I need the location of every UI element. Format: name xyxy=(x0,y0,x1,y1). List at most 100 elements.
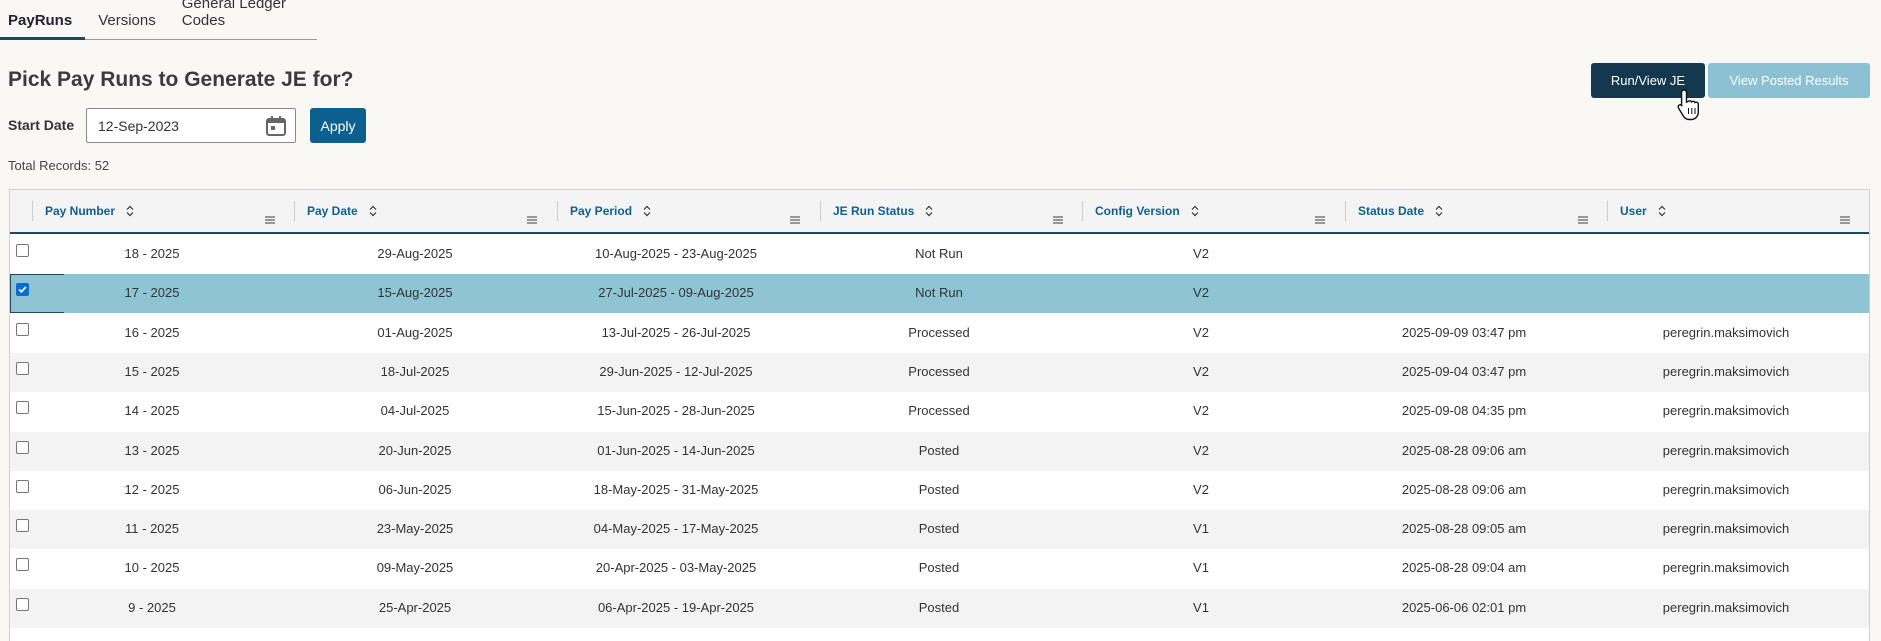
table-row[interactable]: 17 - 2025 15-Aug-2025 27-Jul-2025 - 09-Aug… xyxy=(10,274,1869,314)
table-row[interactable]: 10 - 2025 09-May-2025 20-Apr-2025 - 03-May… xyxy=(10,549,1869,588)
tab-general-ledger-codes[interactable]: General Ledger Codes xyxy=(169,0,317,39)
column-header-label: Pay Number xyxy=(45,204,116,218)
sort-icon[interactable] xyxy=(368,205,378,217)
cell-pay-period: 27-Jul-2025 - 09-Aug-2025 xyxy=(598,285,754,301)
sort-icon[interactable] xyxy=(1190,205,1200,217)
column-menu-icon[interactable] xyxy=(1314,214,1326,224)
calendar-icon[interactable] xyxy=(265,115,287,137)
sort-icon[interactable] xyxy=(1657,205,1667,217)
column-separator[interactable] xyxy=(820,201,821,221)
cell-user: peregrin.maksimovich xyxy=(1662,363,1790,379)
table-row[interactable]: 16 - 2025 01-Aug-2025 13-Jul-2025 - 26-Jul… xyxy=(10,314,1869,353)
cell-pay-period: 10-Aug-2025 - 23-Aug-2025 xyxy=(595,246,757,261)
cell-config-version: V2 xyxy=(1193,324,1209,340)
table-row[interactable]: 9 - 2025 25-Apr-2025 06-Apr-2025 - 19-Apr-… xyxy=(10,588,1869,628)
cell-pay-period: 20-Apr-2025 - 03-May-2025 xyxy=(595,560,757,576)
cell-user: peregrin.maksimovich xyxy=(1662,403,1790,419)
column-separator[interactable] xyxy=(557,201,558,221)
cell-user: peregrin.maksimovich xyxy=(1662,599,1790,615)
column-header-je-run-status[interactable]: JE Run Status xyxy=(820,190,1082,232)
sort-icon[interactable] xyxy=(642,205,652,217)
start-date-input[interactable] xyxy=(87,117,257,134)
column-header-pay-number[interactable]: Pay Number xyxy=(32,190,294,232)
column-header-label: Pay Period xyxy=(570,204,633,218)
cell-je-run-status: Posted xyxy=(918,442,960,458)
cell-status-date: 2025-09-09 03:47 pm xyxy=(1401,324,1527,340)
column-separator[interactable] xyxy=(294,201,295,221)
cell-pay-number: 14 - 2025 xyxy=(124,403,180,419)
cell-pay-number: 11 - 2025 xyxy=(125,521,179,537)
column-header-config-version[interactable]: Config Version xyxy=(1082,190,1344,232)
cell-config-version: V1 xyxy=(1193,599,1209,615)
cell-pay-period: 06-Apr-2025 - 19-Apr-2025 xyxy=(597,599,755,615)
column-header-label: Config Version xyxy=(1095,204,1180,218)
table-row[interactable]: 12 - 2025 06-Jun-2025 18-May-2025 - 31-May… xyxy=(10,471,1869,510)
column-header-label: JE Run Status xyxy=(833,204,915,218)
cell-status-date: 2025-08-28 09:06 am xyxy=(1401,481,1527,497)
payruns-table: Pay Number Pay Date Pay Period JE Run Statu… xyxy=(9,189,1870,641)
column-menu-icon[interactable] xyxy=(264,214,276,224)
cell-pay-date: 20-Jun-2025 xyxy=(378,442,452,458)
column-menu-icon[interactable] xyxy=(1839,214,1851,224)
cell-config-version: V2 xyxy=(1193,403,1209,419)
cell-config-version: V2 xyxy=(1193,481,1209,497)
table-row[interactable]: 18 - 2025 29-Aug-2025 10-Aug-2025 - 23-Aug… xyxy=(10,235,1869,274)
cell-pay-period: 13-Jul-2025 - 26-Jul-2025 xyxy=(601,324,751,340)
cell-pay-date: 18-Jul-2025 xyxy=(380,363,450,379)
cell-pay-number: 13 - 2025 xyxy=(124,442,180,458)
column-header-pay-period[interactable]: Pay Period xyxy=(557,190,819,232)
column-menu-icon[interactable] xyxy=(1052,214,1064,224)
cell-pay-period: 29-Jun-2025 - 12-Jul-2025 xyxy=(599,363,753,379)
column-menu-icon[interactable] xyxy=(789,214,801,224)
column-separator[interactable] xyxy=(1607,201,1608,221)
hand-pointer-cursor-icon xyxy=(1677,89,1699,121)
page-title: Pick Pay Runs to Generate JE for? xyxy=(8,68,354,91)
table-row[interactable]: 14 - 2025 04-Jul-2025 15-Jun-2025 - 28-Jun… xyxy=(10,392,1869,431)
cell-pay-number: 9 - 2025 xyxy=(128,599,176,615)
column-separator[interactable] xyxy=(32,201,33,221)
table-header: Pay Number Pay Date Pay Period JE Run Statu… xyxy=(10,190,1869,234)
start-date-field[interactable] xyxy=(86,108,296,143)
start-date-label: Start Date xyxy=(8,117,75,133)
cell-user: peregrin.maksimovich xyxy=(1662,560,1790,576)
cell-status-date: 2025-09-08 04:35 pm xyxy=(1401,403,1527,419)
cell-pay-date: 15-Aug-2025 xyxy=(377,285,453,301)
column-menu-icon[interactable] xyxy=(526,214,538,224)
column-header-user[interactable]: User xyxy=(1607,190,1869,232)
apply-button[interactable]: Apply xyxy=(310,108,366,143)
sort-icon[interactable] xyxy=(924,205,934,217)
cell-pay-period: 18-May-2025 - 31-May-2025 xyxy=(593,481,759,497)
total-records: Total Records: 52 xyxy=(8,158,110,173)
cell-user: peregrin.maksimovich xyxy=(1662,442,1790,458)
column-header-label: Pay Date xyxy=(307,204,358,218)
table-row[interactable]: 13 - 2025 20-Jun-2025 01-Jun-2025 - 14-Jun… xyxy=(10,431,1869,471)
cell-je-run-status: Processed xyxy=(908,403,970,419)
column-separator[interactable] xyxy=(1345,201,1346,221)
column-separator[interactable] xyxy=(1082,201,1083,221)
sort-icon[interactable] xyxy=(125,205,135,217)
cell-config-version: V2 xyxy=(1193,363,1209,379)
cell-pay-date: 04-Jul-2025 xyxy=(380,403,450,419)
cell-config-version: V2 xyxy=(1193,442,1209,458)
cell-config-version: V1 xyxy=(1193,521,1209,537)
column-header-pay-date[interactable]: Pay Date xyxy=(294,190,556,232)
tab-versions[interactable]: Versions xyxy=(85,12,169,39)
cell-pay-date: 23-May-2025 xyxy=(376,521,454,537)
cell-pay-date: 01-Aug-2025 xyxy=(377,324,453,340)
cell-pay-number: 16 - 2025 xyxy=(124,324,180,340)
table-row[interactable]: 15 - 2025 18-Jul-2025 29-Jun-2025 - 12-Jul… xyxy=(10,352,1869,392)
view-posted-results-button[interactable]: View Posted Results xyxy=(1708,63,1870,98)
column-header-status-date[interactable]: Status Date xyxy=(1345,190,1607,232)
cell-je-run-status: Not Run xyxy=(915,285,963,301)
cell-user: peregrin.maksimovich xyxy=(1662,521,1790,537)
table-row[interactable]: 11 - 2025 23-May-2025 04-May-2025 - 17-May… xyxy=(10,510,1869,550)
cell-status-date: 2025-06-06 02:01 pm xyxy=(1401,599,1527,615)
cell-je-run-status: Not Run xyxy=(915,246,963,261)
column-menu-icon[interactable] xyxy=(1577,214,1589,224)
cell-pay-number: 12 - 2025 xyxy=(124,481,180,497)
cell-je-run-status: Processed xyxy=(908,363,970,379)
tab-payruns[interactable]: PayRuns xyxy=(0,12,86,40)
cell-je-run-status: Processed xyxy=(908,324,970,340)
tab-bar: PayRuns Versions General Ledger Codes xyxy=(0,0,317,40)
sort-icon[interactable] xyxy=(1434,205,1444,217)
